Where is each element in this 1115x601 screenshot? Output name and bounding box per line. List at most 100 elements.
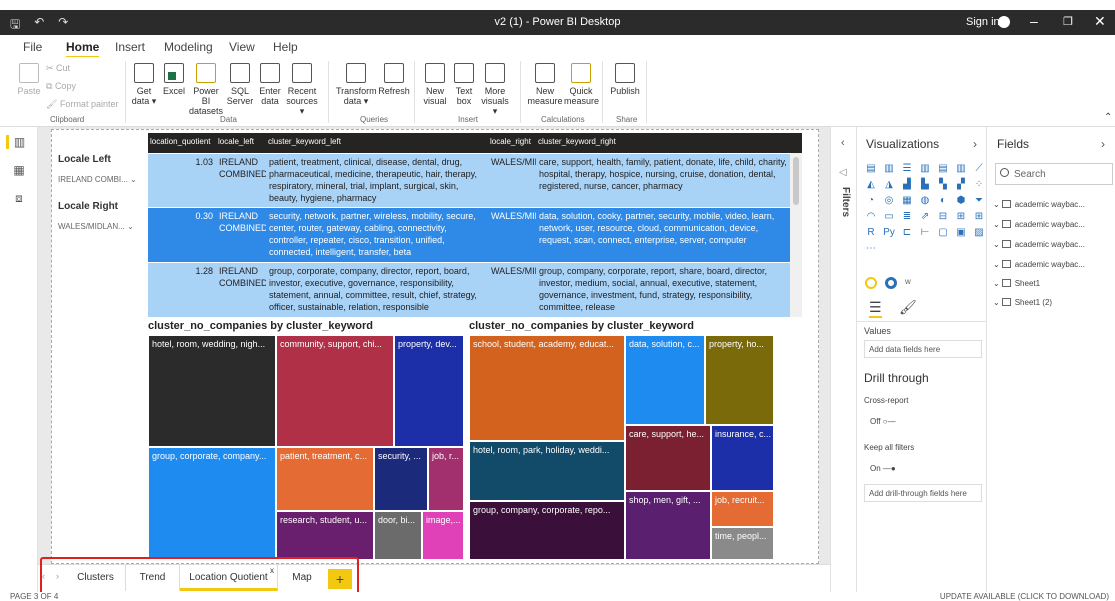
line-chart-icon[interactable]: ⟋ <box>972 162 986 176</box>
menu-help[interactable]: Help <box>273 40 298 54</box>
menu-file[interactable]: File <box>23 40 42 54</box>
custom-visual-icon[interactable]: w <box>905 277 911 286</box>
transform-data-button[interactable]: Transform data ▾ <box>336 63 377 106</box>
python-visual-icon[interactable]: Py <box>882 226 896 240</box>
tab-scroll-left-icon[interactable]: ‹ <box>42 571 45 581</box>
treemap-tile[interactable]: time, peopl... <box>711 527 774 560</box>
kpi-icon[interactable]: ⇗ <box>918 210 932 224</box>
tab-clusters[interactable]: Clusters <box>66 565 126 591</box>
100-column-icon[interactable]: ▥ <box>954 162 968 176</box>
matrix-icon[interactable]: ⊞ <box>972 210 986 224</box>
treemap-tile[interactable]: door, bi... <box>374 511 422 560</box>
card-icon[interactable]: ▭ <box>882 210 896 224</box>
clustered-bar-icon[interactable]: ☰ <box>900 162 914 176</box>
data-view-icon[interactable]: ▦ <box>11 163 27 177</box>
power-bi-datasets-button[interactable]: Power BI datasets <box>189 63 223 116</box>
line-stacked-icon[interactable]: ▙ <box>918 178 932 192</box>
tab-location-quotient[interactable]: Location Quotient x <box>180 565 278 591</box>
treemap-tile[interactable]: hotel, room, wedding, nigh... <box>148 335 276 447</box>
treemap-tile[interactable]: image,... <box>422 511 464 560</box>
column-header[interactable]: location_quotient <box>148 133 216 153</box>
keep-all-filters-toggle[interactable]: On —● <box>870 464 896 473</box>
tab-trend[interactable]: Trend <box>126 565 180 591</box>
filled-map-icon[interactable]: ◐ <box>936 194 950 208</box>
slicer-locale-left[interactable]: Locale Left IRELAND COMBI... ⌄ <box>58 154 148 184</box>
paste-button[interactable]: Paste <box>16 63 42 96</box>
field-table-item[interactable]: ⌄ academic waybac... <box>993 240 1085 249</box>
custom-visual-icon[interactable] <box>885 277 897 289</box>
decomposition-tree-icon[interactable]: ⊢ <box>918 226 932 240</box>
table-icon[interactable]: ⊞ <box>954 210 968 224</box>
stacked-bar-icon[interactable]: ▤ <box>864 162 878 176</box>
treemap-tile[interactable]: group, company, corporate, repo... <box>469 501 625 560</box>
column-header[interactable]: cluster_keyword_right <box>536 133 790 153</box>
column-header[interactable]: cluster_keyword_left <box>266 133 488 153</box>
menu-modeling[interactable]: Modeling <box>164 40 213 54</box>
new-measure-button[interactable]: New measure <box>526 63 564 106</box>
location-quotient-table[interactable]: location_quotient locale_left cluster_ke… <box>148 133 802 317</box>
field-table-item[interactable]: ⌄ Sheet1 <box>993 279 1040 288</box>
field-table-item[interactable]: ⌄ academic waybac... <box>993 200 1085 209</box>
area-chart-icon[interactable]: ◭ <box>864 178 878 192</box>
scatter-icon[interactable]: ⁘ <box>972 178 986 192</box>
chevron-right-icon[interactable]: › <box>1101 137 1105 151</box>
treemap-tile[interactable]: property, ho... <box>705 335 774 425</box>
chevron-right-icon[interactable]: › <box>973 137 977 151</box>
treemap-tile[interactable]: care, support, he... <box>625 425 711 491</box>
shape-map-icon[interactable]: ⬢ <box>954 194 968 208</box>
refresh-button[interactable]: Refresh <box>378 63 410 96</box>
treemap-tile[interactable]: property, dev... <box>394 335 464 447</box>
treemap-tile[interactable]: patient, treatment, c... <box>276 447 374 511</box>
table-row[interactable]: 1.28 IRELAND COMBINED group, corporate, … <box>148 262 802 317</box>
treemap-tile[interactable]: security, ... <box>374 447 428 511</box>
fields-search-input[interactable]: Search <box>995 163 1113 185</box>
maximize-icon[interactable]: ❐ <box>1063 15 1073 28</box>
drill-through-well[interactable]: Add drill-through fields here <box>864 484 982 502</box>
r-visual-icon[interactable]: R <box>864 226 878 240</box>
more-visuals-button[interactable]: More visuals ▾ <box>478 63 512 116</box>
scrollbar-thumb[interactable] <box>793 157 799 205</box>
filters-pane-collapsed[interactable]: ‹ ◁ Filters <box>830 127 856 592</box>
slicer-value[interactable]: IRELAND COMBI... ⌄ <box>58 175 148 184</box>
field-table-item[interactable]: ⌄ Sheet1 (2) <box>993 298 1052 307</box>
field-table-item[interactable]: ⌄ academic waybac... <box>993 260 1085 269</box>
avatar[interactable] <box>998 16 1010 28</box>
treemap-right[interactable]: school, student, academy, educat... data… <box>469 335 774 560</box>
enter-data-button[interactable]: Enter data <box>257 63 283 106</box>
treemap-tile[interactable]: job, r... <box>428 447 464 511</box>
treemap-tile[interactable]: group, corporate, company... <box>148 447 276 560</box>
column-header[interactable]: locale_left <box>216 133 266 153</box>
funnel-icon[interactable]: ⏷ <box>972 194 986 208</box>
100-bar-icon[interactable]: ▤ <box>936 162 950 176</box>
key-influencers-icon[interactable]: ⊏ <box>900 226 914 240</box>
waterfall-icon[interactable]: ▞ <box>954 178 968 192</box>
close-icon[interactable]: ✕ <box>1094 13 1106 30</box>
treemap-tile[interactable]: research, student, u... <box>276 511 374 560</box>
treemap-left[interactable]: hotel, room, wedding, nigh... community,… <box>148 335 464 560</box>
cross-report-toggle[interactable]: Off ○— <box>870 417 896 426</box>
copy-button[interactable]: ⧉ Copy <box>46 81 76 91</box>
treemap-tile[interactable]: school, student, academy, educat... <box>469 335 625 441</box>
qa-icon[interactable]: ▢ <box>936 226 950 240</box>
smart-narrative-icon[interactable]: ▣ <box>954 226 968 240</box>
treemap-tile[interactable]: data, solution, c... <box>625 335 705 425</box>
treemap-icon[interactable]: ▦ <box>900 194 914 208</box>
map-icon[interactable]: ◍ <box>918 194 932 208</box>
recent-sources-button[interactable]: Recent sources ▾ <box>284 63 320 116</box>
publish-button[interactable]: Publish <box>608 63 642 96</box>
stacked-area-icon[interactable]: ◮ <box>882 178 896 192</box>
table-row[interactable]: 0.30 IRELAND COMBINED security, network,… <box>148 207 802 262</box>
table-row[interactable]: 1.03 IRELAND COMBINED patient, treatment… <box>148 153 802 207</box>
treemap-tile[interactable]: community, support, chi... <box>276 335 394 447</box>
clustered-column-icon[interactable]: ▥ <box>918 162 932 176</box>
slicer-value[interactable]: WALES/MIDLAN... ⌄ <box>58 222 148 231</box>
chevron-left-icon[interactable]: ‹ <box>841 137 845 149</box>
paginated-report-icon[interactable]: ▨ <box>972 226 986 240</box>
get-data-button[interactable]: Get data ▾ <box>130 63 158 106</box>
treemap-tile[interactable]: hotel, room, park, holiday, weddi... <box>469 441 625 501</box>
ribbon-chart-icon[interactable]: ▚ <box>936 178 950 192</box>
more-options-icon[interactable]: ⋯ <box>864 242 878 256</box>
text-box-button[interactable]: Text box <box>452 63 476 106</box>
sign-in-link[interactable]: Sign in <box>966 16 1000 28</box>
add-page-button[interactable]: + <box>328 569 352 589</box>
